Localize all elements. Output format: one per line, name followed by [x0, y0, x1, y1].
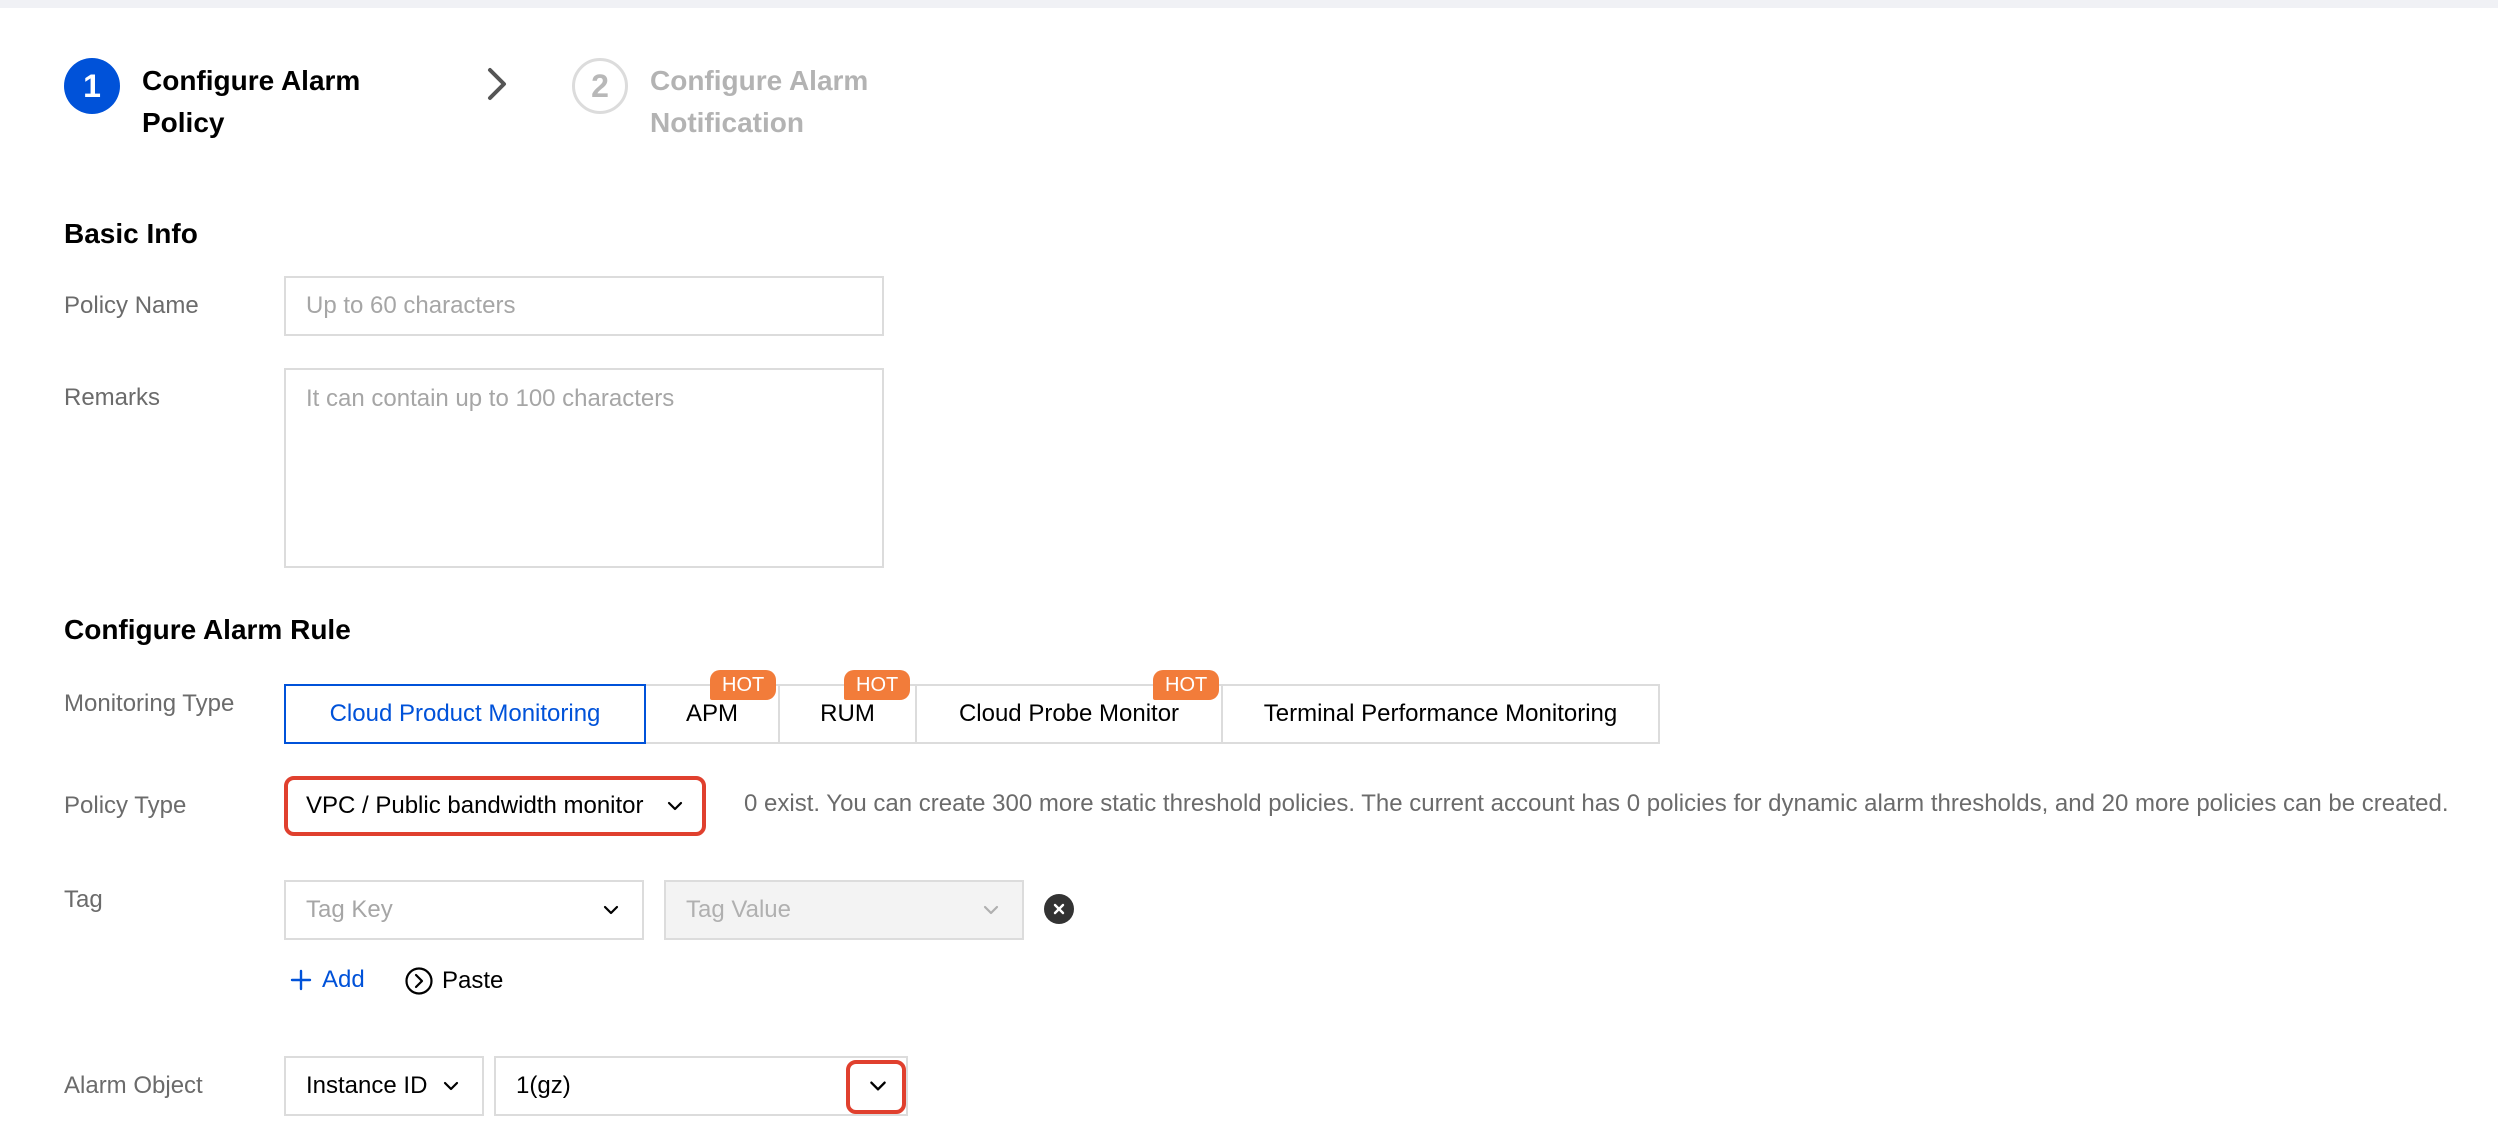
alarm-object-type-select[interactable]: Instance ID: [284, 1056, 484, 1116]
tab-label: RUM: [820, 700, 875, 727]
tab-rum[interactable]: HOT RUM: [780, 670, 917, 744]
alarm-object-label: Alarm Object: [64, 1072, 203, 1099]
tab-label: Cloud Probe Monitor: [958, 700, 1180, 727]
plus-icon: [290, 969, 312, 991]
step-1-number: 1: [64, 58, 120, 114]
alarm-object-instance-select[interactable]: 1(gz): [494, 1056, 908, 1116]
policy-type-select[interactable]: VPC / Public bandwidth monitor: [290, 780, 702, 832]
paste-icon: [405, 967, 433, 995]
remarks-label: Remarks: [64, 384, 161, 411]
monitoring-type-label: Monitoring Type: [64, 690, 235, 717]
alarm-object-instance-value: 1(gz): [516, 1072, 571, 1099]
tag-key-placeholder: Tag Key: [306, 896, 393, 923]
chevron-right-icon: [488, 68, 506, 100]
step-configure-alarm-policy[interactable]: 1 Configure Alarm Policy: [64, 58, 402, 144]
tab-cloud-product-monitoring[interactable]: Cloud Product Monitoring: [284, 684, 646, 744]
tab-apm[interactable]: HOT APM: [646, 670, 780, 744]
tag-label: Tag: [64, 886, 103, 913]
step-1-label: Configure Alarm Policy: [142, 65, 361, 138]
chevron-down-icon: [600, 899, 622, 921]
policy-quota-info: 0 exist. You can create 300 more static …: [744, 790, 2449, 817]
paste-tag-label: Paste: [442, 967, 504, 994]
tab-label: Terminal Performance Monitoring: [1263, 700, 1618, 727]
hot-badge: HOT: [710, 670, 777, 700]
hot-badge: HOT: [1153, 670, 1220, 700]
tab-label: Cloud Product Monitoring: [329, 700, 601, 727]
tab-terminal-performance-monitoring[interactable]: Terminal Performance Monitoring: [1223, 684, 1660, 744]
tab-label: APM: [685, 700, 738, 727]
policy-name-input[interactable]: [284, 276, 884, 336]
configure-alarm-rule-title: Configure Alarm Rule: [64, 614, 351, 645]
remarks-textarea[interactable]: [284, 368, 884, 568]
chevron-down-icon: [440, 1075, 462, 1097]
add-tag-label: Add: [322, 966, 365, 993]
step-configure-alarm-notification[interactable]: 2 Configure Alarm Notification: [572, 58, 910, 144]
top-bar: [0, 0, 2498, 8]
tag-value-placeholder: Tag Value: [686, 896, 791, 923]
policy-type-label: Policy Type: [64, 792, 187, 819]
monitoring-type-tabs: Cloud Product Monitoring HOT APM HOT RUM…: [284, 670, 1660, 744]
paste-tag-button[interactable]: Paste: [404, 966, 503, 996]
tag-value-select: Tag Value: [664, 880, 1024, 940]
alarm-object-type-value: Instance ID: [306, 1072, 428, 1099]
policy-type-value: VPC / Public bandwidth monitor: [306, 792, 644, 819]
add-tag-button[interactable]: Add: [290, 966, 365, 994]
step-2-number: 2: [572, 58, 628, 114]
step-2-label: Configure Alarm Notification: [650, 65, 869, 138]
hot-badge: HOT: [844, 670, 911, 700]
chevron-down-icon: [664, 795, 686, 817]
chevron-down-icon[interactable]: [858, 1066, 898, 1106]
remove-tag-icon[interactable]: [1044, 894, 1074, 924]
tab-cloud-probe-monitor[interactable]: HOT Cloud Probe Monitor: [917, 670, 1223, 744]
basic-info-title: Basic Info: [64, 218, 198, 249]
chevron-down-icon: [980, 899, 1002, 921]
policy-name-label: Policy Name: [64, 292, 199, 319]
tag-key-select[interactable]: Tag Key: [284, 880, 644, 940]
